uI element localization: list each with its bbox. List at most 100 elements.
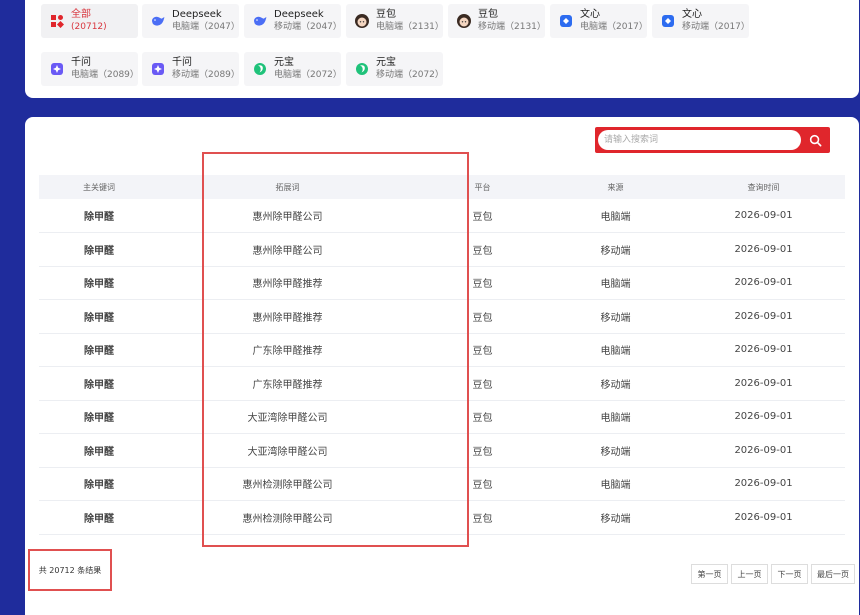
cell-extended-keyword: 惠州除甲醛推荐 — [159, 299, 416, 334]
cell-platform: 豆包 — [416, 433, 549, 468]
first-page-button[interactable]: 第一页 — [691, 564, 728, 584]
prev-page-button[interactable]: 上一页 — [731, 564, 768, 584]
chip-count: 移动端（2072） — [376, 70, 444, 80]
platform-filter-card: 全部 (20712) Deepseek 电脑端（2047） Deepseek 移动端（20… — [25, 0, 859, 98]
last-page-button[interactable]: 最后一页 — [811, 564, 855, 584]
cell-main-keyword: 除甲醛 — [39, 199, 159, 233]
cell-platform: 豆包 — [416, 366, 549, 401]
platform-filter-chip[interactable]: Deepseek 移动端（2047） — [244, 4, 342, 38]
platform-filter-chip[interactable]: 豆包 移动端（2131） — [448, 4, 546, 38]
doubao-avatar-icon — [456, 13, 472, 29]
next-page-button[interactable]: 下一页 — [771, 564, 808, 584]
cell-source: 电脑端 — [549, 467, 682, 501]
cell-source: 移动端 — [549, 299, 682, 334]
cell-query-time: 2026-09-01 — [682, 299, 845, 334]
chip-count: 电脑端（2072） — [274, 70, 342, 80]
platform-filter-chip[interactable]: 元宝移动端（2072） — [346, 52, 444, 86]
table-row: 除甲醛 惠州除甲醛推荐 豆包 电脑端 2026-09-01 — [39, 266, 845, 300]
chip-platform-name: 豆包 — [376, 9, 396, 20]
cell-extended-keyword: 惠州检测除甲醛公司 — [159, 467, 416, 501]
cell-platform: 豆包 — [416, 199, 549, 233]
platform-filter-chip[interactable]: 元宝电脑端（2072） — [244, 52, 342, 86]
wenxin-cube-icon — [660, 13, 676, 29]
col-header-source: 来源 — [549, 175, 682, 199]
table-row: 除甲醛 惠州检测除甲醛公司 豆包 移动端 2026-09-01 — [39, 500, 845, 535]
chip-platform-name: 元宝 — [376, 57, 396, 68]
cell-platform: 豆包 — [416, 400, 549, 434]
yuanbao-leaf-icon — [252, 61, 268, 77]
search-button[interactable] — [801, 127, 830, 153]
table-row: 除甲醛 大亚湾除甲醛公司 豆包 移动端 2026-09-01 — [39, 433, 845, 468]
cell-query-time: 2026-09-01 — [682, 333, 845, 367]
all-grid-icon — [49, 13, 65, 29]
table-header-row: 主关键词 拓展词 平台 来源 查询时间 — [39, 175, 845, 199]
cell-main-keyword: 除甲醛 — [39, 266, 159, 300]
platform-filter-chip[interactable]: 千问电脑端（2089） — [41, 52, 139, 86]
col-header-main-keyword: 主关键词 — [39, 175, 159, 199]
cell-query-time: 2026-09-01 — [682, 500, 845, 535]
cell-extended-keyword: 惠州除甲醛公司 — [159, 199, 416, 233]
table-row: 除甲醛 惠州除甲醛公司 豆包 电脑端 2026-09-01 — [39, 199, 845, 233]
cell-platform: 豆包 — [416, 500, 549, 535]
platform-filter-chip[interactable]: 豆包电脑端（2131） — [346, 4, 444, 38]
total-count-highlight-box: 共 20712 条结果 — [28, 549, 112, 591]
cell-main-keyword: 除甲醛 — [39, 433, 159, 468]
cell-query-time: 2026-09-01 — [682, 232, 845, 267]
cell-query-time: 2026-09-01 — [682, 366, 845, 401]
chip-count: 移动端（2131） — [478, 22, 546, 32]
platform-filter-chip[interactable]: Deepseek 电脑端（2047） — [142, 4, 240, 38]
chip-count: 移动端（2017） — [682, 22, 750, 32]
cell-source: 电脑端 — [549, 266, 682, 300]
cell-source: 移动端 — [549, 433, 682, 468]
results-card: 主关键词 拓展词 平台 来源 查询时间 除甲醛惠州除甲醛公司豆包电脑端2026-… — [25, 117, 859, 615]
chip-platform-name: 元宝 — [274, 57, 294, 68]
cell-source: 移动端 — [549, 366, 682, 401]
chip-count: 电脑端（2017） — [580, 22, 648, 32]
chip-count: 电脑端（2131） — [376, 22, 444, 32]
chip-platform-name: 千问 — [71, 57, 91, 68]
search-input[interactable] — [598, 130, 801, 150]
platform-filter-chip[interactable]: 千问 移动端（2089） — [142, 52, 240, 86]
qianwen-star-icon — [49, 61, 65, 77]
cell-extended-keyword: 惠州除甲醛公司 — [159, 232, 416, 267]
col-header-query-time: 查询时间 — [682, 175, 845, 199]
total-count: 共 20712 条结果 — [38, 565, 102, 575]
yuanbao-leaf-icon — [354, 61, 370, 77]
cell-main-keyword: 除甲醛 — [39, 500, 159, 535]
cell-query-time: 2026-09-01 — [682, 199, 845, 233]
cell-extended-keyword: 大亚湾除甲醛公司 — [159, 433, 416, 468]
cell-main-keyword: 除甲醛 — [39, 232, 159, 267]
col-header-platform: 平台 — [416, 175, 549, 199]
cell-query-time: 2026-09-01 — [682, 467, 845, 501]
platform-filter-chip[interactable]: 文心 移动端（2017） — [652, 4, 750, 38]
results-table-body: 除甲醛 惠州除甲醛公司 豆包 电脑端 2026-09-01 除甲醛 惠州除甲醛公司 豆包 移动端… — [39, 199, 845, 535]
chip-count: (20712) — [71, 22, 107, 32]
cell-platform: 豆包 — [416, 333, 549, 367]
chip-count: 移动端（2089） — [172, 70, 240, 80]
table-row: 除甲醛 惠州检测除甲醛公司 豆包 电脑端 2026-09-01 — [39, 467, 845, 501]
cell-query-time: 2026-09-01 — [682, 266, 845, 300]
cell-extended-keyword: 广东除甲醛推荐 — [159, 333, 416, 367]
cell-main-keyword: 除甲醛 — [39, 333, 159, 367]
chip-platform-name: 全部 — [71, 9, 91, 20]
cell-platform: 豆包 — [416, 266, 549, 300]
platform-filter-chip[interactable]: 全部 (20712) — [41, 4, 138, 38]
cell-main-keyword: 除甲醛 — [39, 299, 159, 334]
cell-platform: 豆包 — [416, 467, 549, 501]
chip-count: 电脑端（2089） — [71, 70, 139, 80]
cell-platform: 豆包 — [416, 299, 549, 334]
table-row: 除甲醛 广东除甲醛推荐 豆包 电脑端 2026-09-01 — [39, 333, 845, 367]
cell-main-keyword: 除甲醛 — [39, 400, 159, 434]
cell-source: 电脑端 — [549, 333, 682, 367]
cell-extended-keyword: 惠州检测除甲醛公司 — [159, 500, 416, 535]
cell-platform: 豆包 — [416, 232, 549, 267]
deepseek-whale-icon — [150, 13, 166, 29]
cell-extended-keyword: 广东除甲醛推荐 — [159, 366, 416, 401]
cell-query-time: 2026-09-01 — [682, 433, 845, 468]
cell-main-keyword: 除甲醛 — [39, 366, 159, 401]
platform-filter-chip[interactable]: 文心 电脑端（2017） — [550, 4, 648, 38]
cell-extended-keyword: 惠州除甲醛推荐 — [159, 266, 416, 300]
cell-extended-keyword: 大亚湾除甲醛公司 — [159, 400, 416, 434]
chip-count: 电脑端（2047） — [172, 22, 240, 32]
col-header-extended-keyword: 拓展词 — [159, 175, 416, 199]
